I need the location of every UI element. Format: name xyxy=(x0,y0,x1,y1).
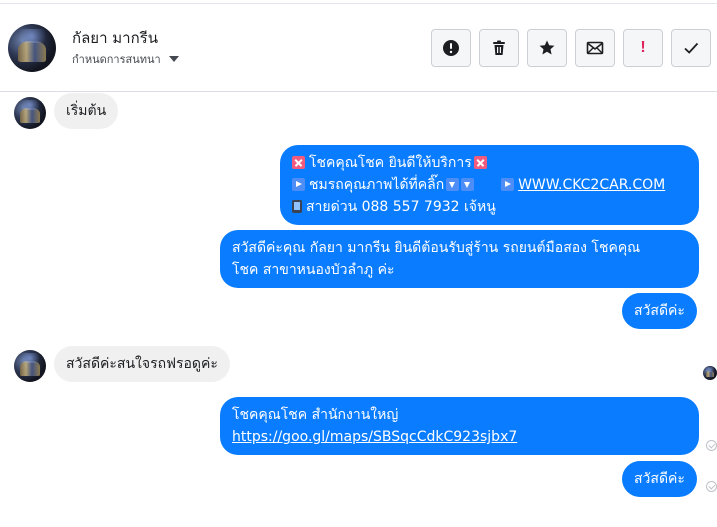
trash-icon xyxy=(493,40,505,55)
message-line: โชคคุณโชค ยินดีให้บริการ xyxy=(292,152,687,174)
outgoing-message[interactable]: โชคคุณโชค ยินดีให้บริการ ชมรถคุณภาพได้ที… xyxy=(280,145,699,225)
cross-mark-emoji-icon xyxy=(292,156,305,169)
caret-down-icon xyxy=(168,56,179,62)
customer-avatar xyxy=(14,97,46,129)
message-line: ชมรถคุณภาพได้ที่คลิ๊ก WWW.CKC2CAR.COM xyxy=(292,174,687,196)
customer-avatar xyxy=(14,350,46,382)
down-arrow-emoji-icon xyxy=(446,178,460,191)
message-text: สวัสดีค่ะ xyxy=(634,303,685,319)
message-text: ชมรถคุณภาพได้ที่คลิ๊ก xyxy=(309,177,445,193)
contact-name[interactable]: กัลยา มากรีน xyxy=(72,26,158,50)
outgoing-message[interactable]: สวัสดีค่ะ xyxy=(622,293,697,329)
delivered-check-icon xyxy=(706,481,717,492)
alert-circle-icon xyxy=(443,40,459,56)
message-text: โชค สาขาหนองบัวลำภู ค่ะ xyxy=(232,262,395,278)
outgoing-message[interactable]: สวัสดีค่ะ xyxy=(622,461,697,497)
assign-label: กำหนดการสนทนา xyxy=(72,53,161,66)
assign-conversation-dropdown[interactable]: กำหนดการสนทนา xyxy=(72,50,179,68)
incoming-message[interactable]: เริ่มต้น xyxy=(54,93,119,129)
message-text: เริ่มต้น xyxy=(66,103,107,119)
mark-done-button[interactable] xyxy=(671,29,711,67)
contact-avatar[interactable] xyxy=(8,24,56,72)
delete-button[interactable] xyxy=(479,29,519,67)
mobile-phone-emoji-icon xyxy=(292,200,302,213)
play-button-emoji-icon xyxy=(292,178,305,191)
mark-unread-button[interactable] xyxy=(575,29,615,67)
star-icon xyxy=(539,40,555,55)
conversation-header: กัลยา มากรีน กำหนดการสนทนา ! xyxy=(0,4,717,92)
down-arrow-emoji-icon xyxy=(461,178,475,191)
seen-by-avatar xyxy=(703,366,717,380)
incoming-message[interactable]: สวัสดีค่ะสนใจรถฟรอดูค่ะ xyxy=(54,346,230,382)
message-line: สายด่วน 088 557 7932 เจ้หนู xyxy=(292,196,687,218)
message-text: โชคคุณโชค ยินดีให้บริการ xyxy=(309,155,472,171)
message-text: สวัสดีค่ะคุณ กัลยา มากรีน ยินดีต้อนรับสู… xyxy=(232,240,641,256)
outgoing-message[interactable]: สวัสดีค่ะคุณ กัลยา มากรีน ยินดีต้อนรับสู… xyxy=(220,230,699,288)
message-text: สวัสดีค่ะ xyxy=(634,471,685,487)
cross-mark-emoji-icon xyxy=(473,156,487,169)
play-button-emoji-icon xyxy=(501,178,515,191)
message-text: สวัสดีค่ะสนใจรถฟรอดูค่ะ xyxy=(66,356,218,372)
message-text: โชคคุณโชค สำนักงานใหญ่ xyxy=(232,407,399,423)
outgoing-message[interactable]: โชคคุณโชค สำนักงานใหญ่ https://goo.gl/ma… xyxy=(220,397,699,455)
report-spam-button[interactable] xyxy=(431,29,471,67)
follow-up-button[interactable]: ! xyxy=(623,29,663,67)
checkmark-icon xyxy=(684,42,699,54)
message-text: สายด่วน 088 557 7932 เจ้หนู xyxy=(306,199,496,215)
map-link[interactable]: https://goo.gl/maps/SBSqcCdkC923sjbx7 xyxy=(232,426,687,448)
delivered-check-icon xyxy=(706,440,717,451)
exclamation-icon: ! xyxy=(640,39,646,56)
star-button[interactable] xyxy=(527,29,567,67)
envelope-icon xyxy=(586,41,604,55)
conversation-view: กัลยา มากรีน กำหนดการสนทนา ! เริ่มต้น โช… xyxy=(0,0,717,527)
website-link[interactable]: WWW.CKC2CAR.COM xyxy=(518,177,665,193)
header-actions: ! xyxy=(431,29,711,67)
